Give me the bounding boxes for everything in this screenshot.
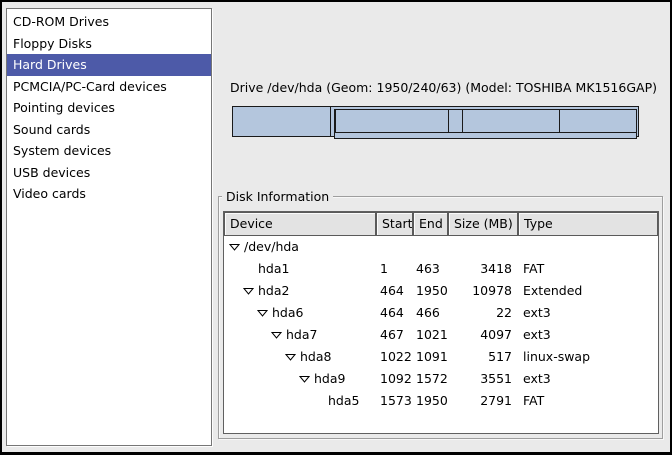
logical-partition-segments: [335, 110, 636, 133]
end-cell: 1950: [413, 390, 448, 412]
expander-triangle-icon[interactable]: [257, 309, 272, 317]
type-cell: linux-swap: [518, 346, 658, 368]
disk-information-table: DeviceStartEndSize (MB)Type /dev/hdahda1…: [223, 211, 659, 434]
sidebar-item-system-devices[interactable]: System devices: [7, 140, 211, 162]
table-row-hda2[interactable]: hda2 464195010978Extended: [224, 280, 658, 302]
start-cell: 1: [376, 258, 413, 280]
partition-segment-hda8: [449, 110, 463, 132]
drive-partition-map: [232, 106, 639, 137]
type-cell: Extended: [518, 280, 658, 302]
tree-indent: [229, 357, 285, 358]
device-cell: hda1: [224, 258, 376, 280]
sidebar-item-usb-devices[interactable]: USB devices: [7, 162, 211, 184]
expander-triangle-icon[interactable]: [271, 331, 286, 339]
drive-title: Drive /dev/hda (Geom: 1950/240/63) (Mode…: [230, 80, 642, 95]
type-cell: FAT: [518, 390, 658, 412]
size-cell: 4097: [448, 324, 518, 346]
table-row-hda6[interactable]: hda6 46446622ext3: [224, 302, 658, 324]
device-cell: hda2: [224, 280, 376, 302]
table-row-dev-hda[interactable]: /dev/hda: [224, 236, 658, 258]
start-cell: 1022: [376, 346, 413, 368]
device-label: hda6: [272, 302, 303, 324]
partition-segment-hda7: [336, 110, 448, 132]
type-cell: ext3: [518, 302, 658, 324]
device-label: hda1: [258, 258, 289, 280]
column-header-type[interactable]: Type: [518, 212, 658, 236]
end-cell: [413, 236, 448, 258]
start-cell: 467: [376, 324, 413, 346]
tree-indent: [229, 269, 243, 270]
device-cell: hda9: [224, 368, 376, 390]
size-cell: 10978: [448, 280, 518, 302]
tree-indent: [229, 379, 299, 380]
sidebar-item-video-cards[interactable]: Video cards: [7, 183, 211, 205]
size-cell: [448, 236, 518, 258]
partition-segment-hda5: [560, 110, 636, 132]
tree-indent: [229, 313, 257, 314]
tree-indent: [229, 335, 271, 336]
expander-triangle-icon[interactable]: [299, 375, 314, 383]
device-label: hda2: [258, 280, 289, 302]
start-cell: 1573: [376, 390, 413, 412]
disk-information-frame-label: Disk Information: [222, 189, 333, 204]
device-cell: hda8: [224, 346, 376, 368]
partition-segment-hda1: [233, 107, 331, 136]
sidebar-item-pcmcia-pc-card-devices[interactable]: PCMCIA/PC-Card devices: [7, 76, 211, 98]
tree-indent: [229, 291, 243, 292]
table-row-hda5[interactable]: hda5 157319502791FAT: [224, 390, 658, 412]
start-cell: 464: [376, 280, 413, 302]
device-label: hda8: [300, 346, 331, 368]
start-cell: 464: [376, 302, 413, 324]
end-cell: 1021: [413, 324, 448, 346]
column-header-size-mb[interactable]: Size (MB): [448, 212, 518, 236]
type-cell: ext3: [518, 324, 658, 346]
end-cell: 1950: [413, 280, 448, 302]
table-row-hda1[interactable]: hda1 14633418FAT: [224, 258, 658, 280]
sidebar-item-cd-rom-drives[interactable]: CD-ROM Drives: [7, 11, 211, 33]
column-header-start[interactable]: Start: [376, 212, 413, 236]
partition-segment-hda9: [463, 110, 560, 132]
end-cell: 1572: [413, 368, 448, 390]
column-header-end[interactable]: End: [413, 212, 448, 236]
device-cell: /dev/hda: [224, 236, 376, 258]
table-row-hda9[interactable]: hda9 109215723551ext3: [224, 368, 658, 390]
type-cell: FAT: [518, 258, 658, 280]
device-cell: hda6: [224, 302, 376, 324]
expander-triangle-icon[interactable]: [285, 353, 300, 361]
type-cell: ext3: [518, 368, 658, 390]
disk-information-frame: Disk Information DeviceStartEndSize (MB)…: [218, 196, 663, 439]
start-cell: 1092: [376, 368, 413, 390]
sidebar-item-sound-cards[interactable]: Sound cards: [7, 119, 211, 141]
type-cell: [518, 236, 658, 258]
end-cell: 466: [413, 302, 448, 324]
table-row-hda7[interactable]: hda7 46710214097ext3: [224, 324, 658, 346]
tree-indent: [229, 401, 313, 402]
size-cell: 517: [448, 346, 518, 368]
sidebar-item-pointing-devices[interactable]: Pointing devices: [7, 97, 211, 119]
device-label: hda9: [314, 368, 345, 390]
device-label: hda5: [328, 390, 359, 412]
end-cell: 1091: [413, 346, 448, 368]
sidebar-item-floppy-disks[interactable]: Floppy Disks: [7, 33, 211, 55]
table-body: /dev/hdahda114633418FAThda2464195010978E…: [224, 236, 658, 412]
hardware-browser-window: CD-ROM DrivesFloppy DisksHard DrivesPCMC…: [0, 0, 672, 455]
device-label: hda7: [286, 324, 317, 346]
expander-triangle-icon[interactable]: [229, 243, 244, 251]
sidebar-item-hard-drives[interactable]: Hard Drives: [7, 54, 211, 76]
column-header-device[interactable]: Device: [224, 212, 376, 236]
partition-segment-hda2-extended: [334, 109, 637, 139]
device-label: /dev/hda: [244, 236, 299, 258]
size-cell: 2791: [448, 390, 518, 412]
size-cell: 22: [448, 302, 518, 324]
device-category-list: CD-ROM DrivesFloppy DisksHard DrivesPCMC…: [6, 8, 212, 446]
size-cell: 3418: [448, 258, 518, 280]
table-header-row: DeviceStartEndSize (MB)Type: [224, 212, 658, 236]
size-cell: 3551: [448, 368, 518, 390]
table-row-hda8[interactable]: hda8 10221091517linux-swap: [224, 346, 658, 368]
expander-triangle-icon[interactable]: [243, 287, 258, 295]
end-cell: 463: [413, 258, 448, 280]
start-cell: [376, 236, 413, 258]
device-cell: hda7: [224, 324, 376, 346]
device-cell: hda5: [224, 390, 376, 412]
